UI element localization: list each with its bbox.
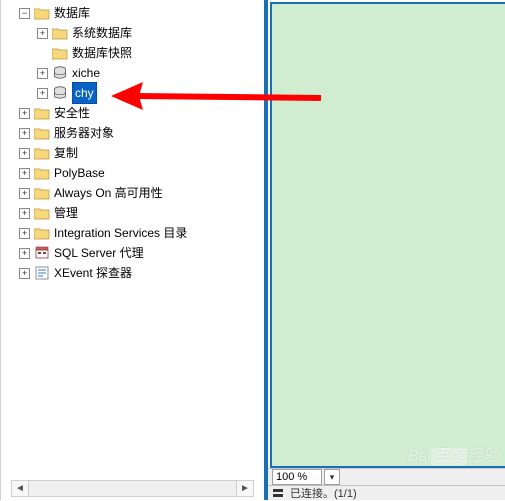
database-icon (52, 85, 68, 101)
agent-icon (34, 245, 50, 261)
tree-label: 服务器对象 (54, 123, 114, 143)
tree-label: Integration Services 目录 (54, 223, 187, 243)
status-bar: 100 % ▾ 已连接。(1/1) (268, 468, 505, 500)
tree-node-alwayson[interactable]: + Always On 高可用性 (1, 183, 264, 203)
tree-label: 安全性 (54, 103, 90, 123)
connection-icon (272, 487, 284, 499)
tree-label: SQL Server 代理 (54, 243, 144, 263)
tree-node-security[interactable]: + 安全性 (1, 103, 264, 123)
tree-label: 数据库快照 (72, 43, 132, 63)
folder-icon (34, 125, 50, 141)
folder-icon (34, 145, 50, 161)
expand-icon[interactable]: + (19, 168, 30, 179)
expand-icon[interactable]: + (37, 88, 48, 99)
tree-label: 系统数据库 (72, 23, 132, 43)
tree-node-server-objects[interactable]: + 服务器对象 (1, 123, 264, 143)
expand-icon[interactable]: + (37, 28, 48, 39)
folder-icon (34, 225, 50, 241)
database-icon (52, 65, 68, 81)
folder-icon (34, 5, 50, 21)
tree-label: 管理 (54, 203, 78, 223)
expand-icon[interactable]: + (19, 248, 30, 259)
folder-icon (52, 45, 68, 61)
collapse-icon[interactable]: − (19, 8, 30, 19)
expand-icon[interactable]: + (19, 228, 30, 239)
tree-node-replication[interactable]: + 复制 (1, 143, 264, 163)
tree-node-xevent[interactable]: + XEvent 探查器 (1, 263, 264, 283)
zoom-level[interactable]: 100 % (272, 469, 322, 485)
tree-node-integration-services[interactable]: + Integration Services 目录 (1, 223, 264, 243)
tree-label-selected: chy (72, 82, 97, 104)
expand-icon[interactable]: + (19, 208, 30, 219)
folder-icon (34, 105, 50, 121)
tree-node-db-chy[interactable]: + chy (1, 83, 264, 103)
folder-icon (52, 25, 68, 41)
connection-status: 已连接。(1/1) (290, 485, 357, 501)
expand-icon[interactable]: + (19, 108, 30, 119)
object-explorer-tree: − 数据库 + 系统数据库 (1, 0, 264, 283)
folder-icon (34, 165, 50, 181)
horizontal-scrollbar[interactable]: ◄ ► (11, 480, 254, 497)
expand-icon[interactable]: + (19, 268, 30, 279)
tree-node-databases[interactable]: − 数据库 (1, 3, 264, 23)
folder-icon (34, 205, 50, 221)
designer-canvas[interactable] (270, 2, 505, 468)
tree-label: 数据库 (54, 3, 90, 23)
folder-icon (34, 185, 50, 201)
tree-node-system-databases[interactable]: + 系统数据库 (1, 23, 264, 43)
tree-node-management[interactable]: + 管理 (1, 203, 264, 223)
tree-label: Always On 高可用性 (54, 183, 163, 203)
tree-node-db-snapshots[interactable]: 数据库快照 (1, 43, 264, 63)
tree-node-sql-agent[interactable]: + SQL Server 代理 (1, 243, 264, 263)
designer-panel: 100 % ▾ 已连接。(1/1) (268, 0, 505, 500)
expand-icon[interactable]: + (19, 148, 30, 159)
expand-icon[interactable]: + (37, 68, 48, 79)
tree-label: XEvent 探查器 (54, 263, 132, 283)
tree-label: xiche (72, 63, 100, 83)
tree-label: PolyBase (54, 163, 105, 183)
expand-icon[interactable]: + (19, 188, 30, 199)
scroll-right-button[interactable]: ► (236, 481, 253, 496)
expand-icon[interactable]: + (19, 128, 30, 139)
tree-node-polybase[interactable]: + PolyBase (1, 163, 264, 183)
xevent-icon (34, 265, 50, 281)
zoom-dropdown-button[interactable]: ▾ (324, 469, 340, 485)
scroll-track[interactable] (29, 481, 236, 496)
tree-label: 复制 (54, 143, 78, 163)
scroll-left-button[interactable]: ◄ (12, 481, 29, 496)
object-explorer-panel: − 数据库 + 系统数据库 (0, 0, 268, 500)
tree-node-db-xiche[interactable]: + xiche (1, 63, 264, 83)
